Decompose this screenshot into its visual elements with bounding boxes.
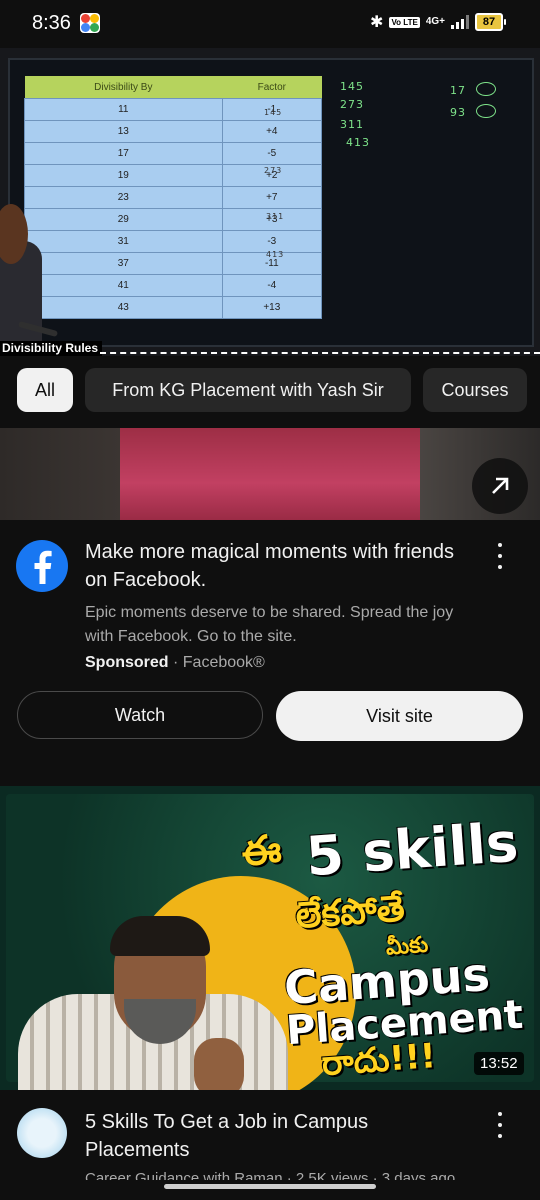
thumb-text: 5 skills bbox=[304, 810, 521, 889]
duration-badge: 13:52 bbox=[474, 1052, 524, 1075]
annotation: 273 bbox=[264, 166, 283, 175]
ad-meta: Sponsored · Facebook® bbox=[85, 652, 265, 674]
bluetooth-icon: ✱ bbox=[370, 14, 384, 31]
chip-courses[interactable]: Courses bbox=[423, 368, 527, 412]
meta-separator: · bbox=[168, 654, 183, 671]
video-player[interactable]: Divisibility By Factor 11 -1 13 +4 17 -5 19 +2 2… bbox=[0, 48, 540, 356]
status-time: 8:36 bbox=[32, 12, 71, 34]
annotation: 145 bbox=[264, 108, 283, 117]
thumb-text: రాదు!!! bbox=[320, 1036, 438, 1084]
presenter bbox=[0, 96, 60, 356]
advertiser-name: Facebook® bbox=[182, 654, 265, 671]
open-external-button[interactable] bbox=[472, 458, 528, 514]
table-header: Factor bbox=[222, 76, 322, 99]
table-row: 43 +13 bbox=[24, 296, 323, 319]
handwritten-circle bbox=[476, 104, 496, 118]
battery-icon: 87 bbox=[475, 13, 506, 31]
table-row: 17 -5 bbox=[24, 142, 323, 165]
chip-kg-placement[interactable]: From KG Placement with Yash Sir bbox=[85, 368, 411, 412]
factor-cell: +4 bbox=[221, 120, 323, 143]
video-thumbnail[interactable]: ఈ 5 skills లేకపోతే మీకు Campus Placement… bbox=[0, 786, 540, 1090]
handwritten-number: 17 bbox=[450, 84, 466, 97]
handwritten-number: 311 bbox=[340, 118, 364, 131]
ad-more-options-icon[interactable] bbox=[497, 543, 503, 569]
ad-description: Epic moments deserve to be shared. Sprea… bbox=[85, 604, 454, 645]
thumb-text: ఈ bbox=[240, 826, 283, 876]
signal-icon bbox=[451, 15, 469, 29]
factor-cell: +7 bbox=[221, 186, 323, 209]
chip-all[interactable]: All bbox=[17, 368, 73, 412]
factor-cell: +13 bbox=[221, 296, 323, 319]
progress-dashes bbox=[100, 352, 540, 354]
video-title[interactable]: 5 Skills To Get a Job in Campus Placemen… bbox=[85, 1108, 465, 1164]
channel-avatar[interactable] bbox=[17, 1108, 67, 1158]
filter-chips: All From KG Placement with Yash Sir Cour… bbox=[0, 356, 540, 428]
facebook-logo-icon[interactable] bbox=[16, 540, 68, 592]
status-bar: 8:36 ✱ Vo LTE 4G+ 87 bbox=[0, 0, 540, 48]
visit-site-button[interactable]: Visit site bbox=[276, 691, 523, 741]
video-more-options-icon[interactable] bbox=[497, 1112, 503, 1138]
watch-button[interactable]: Watch bbox=[17, 691, 263, 739]
arrow-up-right-icon bbox=[492, 477, 509, 494]
google-photos-icon bbox=[80, 13, 100, 33]
table-row: 41 -4 bbox=[24, 274, 323, 297]
video-caption: Divisibility Rules bbox=[0, 341, 103, 356]
home-indicator[interactable] bbox=[164, 1184, 376, 1189]
battery-level: 87 bbox=[475, 13, 503, 31]
video-subline: Career Guidance with Raman · 2.5K views … bbox=[85, 1170, 456, 1180]
table-row: 13 +4 bbox=[24, 120, 323, 143]
handwritten-number: 93 bbox=[450, 106, 466, 119]
ad-media[interactable] bbox=[0, 428, 540, 520]
volte-badge: Vo LTE bbox=[389, 16, 420, 28]
handwritten-number: 413 bbox=[346, 136, 370, 149]
sponsored-label: Sponsored bbox=[85, 654, 169, 671]
handwritten-circle bbox=[476, 82, 496, 96]
annotation: 311 bbox=[266, 212, 285, 221]
table-row: 23 +7 bbox=[24, 186, 323, 209]
network-type: 4G+ bbox=[425, 16, 445, 27]
annotation: 413 bbox=[266, 250, 285, 259]
factor-cell: -5 bbox=[221, 142, 323, 165]
whiteboard-frame: Divisibility By Factor 11 -1 13 +4 17 -5 19 +2 2… bbox=[8, 58, 534, 347]
handwritten-number: 273 bbox=[340, 98, 364, 111]
handwritten-number: 145 bbox=[340, 80, 364, 93]
ad-title[interactable]: Make more magical moments with friends o… bbox=[85, 538, 475, 594]
factor-cell: -4 bbox=[221, 274, 323, 297]
